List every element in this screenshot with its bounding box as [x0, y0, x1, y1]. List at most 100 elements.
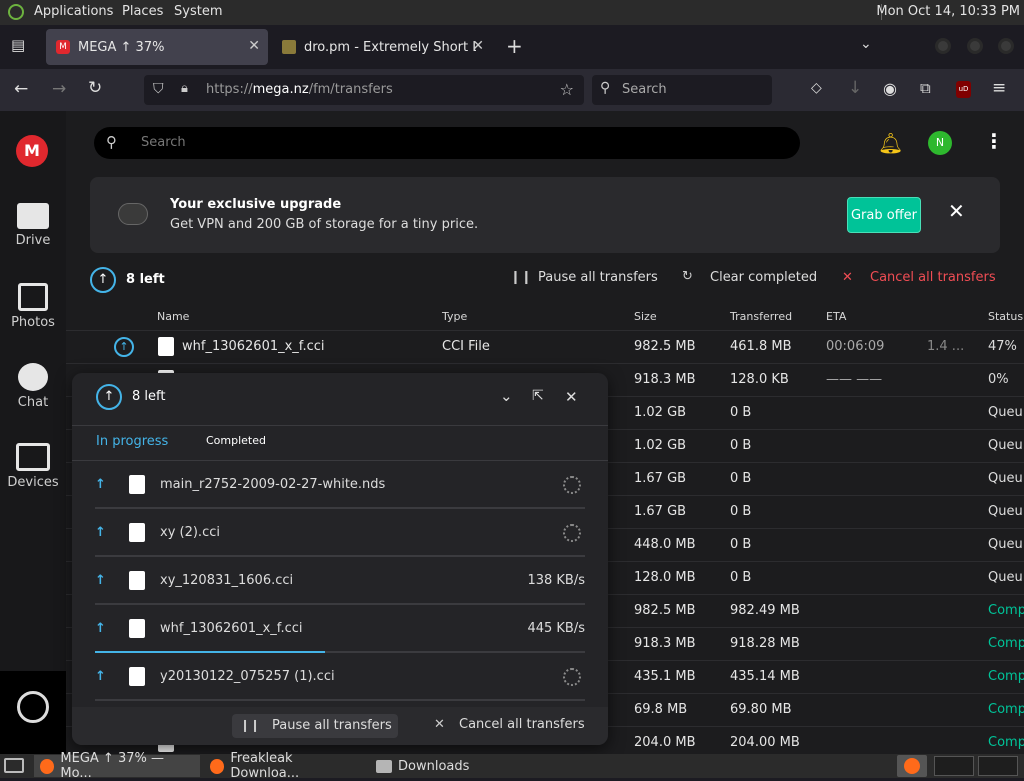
- menu-places[interactable]: Places: [122, 4, 163, 19]
- reload-icon[interactable]: ↻: [88, 78, 102, 98]
- pause-icon[interactable]: ❙❙: [510, 270, 532, 285]
- mega-favicon-icon: M: [56, 40, 70, 54]
- row-status: Queu: [988, 471, 1023, 486]
- table-header: Name Type Size Transferred ETA Status: [66, 310, 1024, 330]
- row-transferred: 0 B: [730, 405, 752, 420]
- tab-mega[interactable]: M MEGA ↑ 37% ✕: [46, 29, 268, 65]
- menu-hamburger-icon[interactable]: ≡: [992, 78, 1006, 98]
- bookmark-star-icon[interactable]: ☆: [560, 80, 574, 99]
- row-transferred: 0 B: [730, 471, 752, 486]
- list-item[interactable]: ↑ xy (2).cci: [95, 509, 585, 557]
- row-size: 448.0 MB: [634, 537, 696, 552]
- sidebar-item-photos[interactable]: Photos: [0, 283, 66, 330]
- cancel-icon[interactable]: ✕: [434, 717, 445, 732]
- task-freakleak[interactable]: Freakleak Downloa...: [204, 751, 366, 781]
- close-icon[interactable]: ✕: [565, 388, 578, 406]
- sidebar-item-label: Photos: [11, 315, 55, 330]
- expand-icon[interactable]: ⇱: [532, 388, 544, 404]
- task-mega[interactable]: MEGA ↑ 37% — Mo...: [34, 751, 200, 781]
- list-item[interactable]: ↑ main_r2752-2009-02-27-white.nds: [95, 461, 585, 509]
- transfer-widget[interactable]: [0, 671, 66, 758]
- table-row[interactable]: ↑ whf_13062601_x_f.cci CCI File 982.5 MB 461…: [66, 330, 1024, 363]
- account-icon[interactable]: ◉: [883, 79, 897, 98]
- file-icon: [129, 667, 145, 686]
- pocket-icon[interactable]: ◇: [811, 80, 822, 96]
- close-icon[interactable]: ✕: [472, 38, 484, 54]
- column-type[interactable]: Type: [442, 310, 467, 323]
- search-input[interactable]: ⚲ Search: [592, 75, 772, 105]
- row-transferred: 0 B: [730, 504, 752, 519]
- row-status: Queu: [988, 570, 1023, 585]
- cancel-icon[interactable]: ✕: [842, 270, 853, 285]
- mega-logo-icon[interactable]: M: [16, 135, 48, 167]
- row-transferred: 69.80 MB: [730, 702, 792, 717]
- workspace-firefox[interactable]: [897, 755, 927, 777]
- row-status: Queu: [988, 405, 1023, 420]
- banner-title: Your exclusive upgrade: [170, 197, 342, 212]
- forward-icon[interactable]: →: [52, 79, 66, 99]
- task-downloads[interactable]: Downloads: [370, 755, 510, 777]
- ublock-icon[interactable]: uD: [956, 81, 971, 98]
- close-icon[interactable]: ✕: [948, 199, 965, 223]
- loading-spinner-icon: [563, 668, 581, 686]
- sidebar-item-drive[interactable]: Drive: [0, 203, 66, 248]
- search-input[interactable]: ⚲ Search: [94, 127, 800, 159]
- tab-completed[interactable]: Completed: [206, 434, 266, 447]
- url-bar[interactable]: ⛉ 🔒︎ https://mega.nz/fm/transfers ☆: [144, 75, 584, 105]
- clear-completed-button[interactable]: Clear completed: [710, 270, 817, 285]
- row-status: Queu: [988, 438, 1023, 453]
- lock-icon[interactable]: 🔒︎: [181, 81, 188, 96]
- column-name[interactable]: Name: [157, 310, 189, 323]
- back-icon[interactable]: ←: [14, 79, 28, 99]
- cancel-all-button[interactable]: Cancel all transfers: [870, 270, 996, 285]
- show-desktop-icon[interactable]: [4, 758, 24, 773]
- close-icon[interactable]: ✕: [248, 38, 260, 54]
- transfer-ring-icon: [17, 691, 49, 723]
- more-options-icon[interactable]: ⋮: [984, 129, 1004, 153]
- minimize-window-icon[interactable]: [935, 38, 951, 54]
- menu-applications[interactable]: Applications: [34, 4, 113, 19]
- column-status[interactable]: Status: [988, 310, 1023, 323]
- sidebar-item-devices[interactable]: Devices: [0, 443, 66, 490]
- menu-system[interactable]: System: [174, 4, 222, 19]
- tab-dro[interactable]: dro.pm - Extremely Short Li ✕: [272, 29, 490, 65]
- row-size: 1.67 GB: [634, 504, 687, 519]
- row-name: whf_13062601_x_f.cci: [182, 339, 325, 354]
- column-transferred[interactable]: Transferred: [730, 310, 792, 323]
- grab-offer-button[interactable]: Grab offer: [847, 197, 921, 233]
- download-icon[interactable]: ↓: [848, 78, 862, 98]
- workspace-1[interactable]: [934, 756, 974, 776]
- column-eta[interactable]: ETA: [826, 310, 846, 323]
- task-label: MEGA ↑ 37% — Mo...: [60, 751, 164, 781]
- tab-list-icon[interactable]: ▤: [11, 36, 25, 54]
- cancel-all-button[interactable]: Cancel all transfers: [459, 717, 585, 732]
- list-item[interactable]: ↑ whf_13062601_x_f.cci 445 KB/s: [95, 605, 585, 653]
- row-size: 1.02 GB: [634, 438, 687, 453]
- list-item[interactable]: ↑ xy_120831_1606.cci 138 KB/s: [95, 557, 585, 605]
- new-tab-icon[interactable]: +: [506, 34, 523, 58]
- shield-icon[interactable]: ⛉: [153, 81, 164, 97]
- pause-all-button[interactable]: Pause all transfers: [538, 270, 658, 285]
- pause-all-button[interactable]: ❙❙ Pause all transfers: [232, 714, 398, 738]
- row-status: Comp: [988, 603, 1024, 618]
- chevron-down-icon[interactable]: ⌄: [860, 36, 872, 52]
- upload-arrow-icon: ↑: [95, 621, 106, 636]
- refresh-icon[interactable]: ↻: [682, 269, 693, 284]
- list-item[interactable]: ↑ y20130122_075257 (1).cci: [95, 653, 585, 701]
- notification-bell-icon[interactable]: 🔔︎: [878, 131, 903, 155]
- maximize-window-icon[interactable]: [967, 38, 983, 54]
- clock[interactable]: Mon Oct 14, 10:33 PM: [876, 4, 1020, 19]
- sidebar-item-chat[interactable]: Chat: [0, 363, 66, 410]
- close-window-icon[interactable]: [998, 38, 1014, 54]
- tab-in-progress[interactable]: In progress: [96, 434, 168, 449]
- row-transferred: 982.49 MB: [730, 603, 800, 618]
- chevron-down-icon[interactable]: ⌄: [500, 387, 513, 405]
- folder-icon: [17, 203, 49, 229]
- row-status: Comp: [988, 669, 1024, 684]
- workspace-2[interactable]: [978, 756, 1018, 776]
- photos-icon: [18, 283, 48, 311]
- distro-logo-icon[interactable]: [8, 4, 24, 20]
- extensions-icon[interactable]: ⧉: [920, 79, 931, 97]
- avatar[interactable]: N: [928, 131, 952, 155]
- column-size[interactable]: Size: [634, 310, 657, 323]
